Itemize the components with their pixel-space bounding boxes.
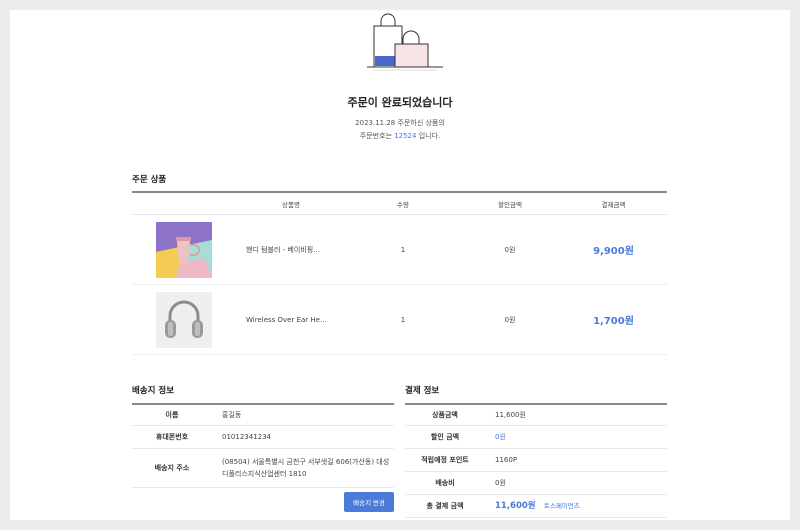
col-header-qty: 수량: [397, 200, 409, 209]
tumbler-picture: [156, 221, 212, 278]
shipping-label: 휴대폰번호: [155, 433, 189, 441]
order-number: 12524: [394, 132, 417, 140]
shipping-value: (08504) 서울특별시 금천구 서부샛길 606(가산동) 대성디폴리스지식…: [222, 458, 390, 478]
shipping-row-phone: 휴대폰번호 01012341234: [132, 426, 394, 449]
headphone-picture: [165, 300, 203, 338]
products-section-title: 주문 상품: [132, 175, 167, 185]
payment-value: 0원: [495, 479, 506, 487]
shipping-label: 배송지 주소: [154, 464, 190, 472]
product-image-cell: [132, 291, 236, 348]
payment-info-table: 상품금액 11,600원 할인 금액 0원 적립예정 포인트 1160P 배송비…: [405, 403, 667, 518]
product-qty: 1: [400, 315, 406, 324]
payment-row-discount: 할인 금액 0원: [405, 426, 667, 449]
product-qty: 1: [400, 245, 406, 254]
change-shipping-button[interactable]: 배송지 변경: [344, 492, 394, 512]
payment-label: 배송비: [435, 479, 455, 487]
payment-value-total: 11,600원 토스페이먼츠: [485, 500, 667, 512]
product-price: 9,900원: [593, 246, 634, 257]
table-row: Wireless Over Ear He… 1 0원 1,700원: [132, 285, 667, 355]
col-header-discount: 할인금액: [498, 200, 522, 209]
payment-row-total: 총 결제 금액 11,600원 토스페이먼츠: [405, 495, 667, 518]
payment-row-shipping-fee: 배송비 0원: [405, 472, 667, 495]
order-number-prefix: 주문번호는: [359, 132, 392, 140]
shipping-row-name: 이름 홍길동: [132, 405, 394, 426]
order-number-line: 주문번호는 12524 입니다.: [10, 131, 790, 141]
payment-row-subtotal: 상품금액 11,600원: [405, 405, 667, 426]
shipping-value: 홍길동: [222, 411, 242, 419]
products-table: 상품명 수량 할인금액 결제금액 핸디 텀블러 - 베이비핑… 1 0원 9,9…: [132, 191, 667, 355]
table-row: 핸디 텀블러 - 베이비핑… 1 0원 9,900원: [132, 215, 667, 285]
product-image-cell: [132, 221, 236, 278]
shipping-value: 01012341234: [222, 433, 271, 441]
order-number-suffix: 입니다.: [418, 132, 441, 140]
product-discount: 0원: [504, 245, 516, 254]
payment-label: 할인 금액: [430, 433, 460, 441]
col-header-payment: 결제금액: [601, 200, 626, 209]
order-complete-page: 주문이 완료되었습니다 2023.11.28 주문하신 상품의 주문번호는 12…: [10, 10, 790, 520]
order-date-suffix: 주문하신 상품의: [397, 119, 445, 127]
total-price: 11,600원: [495, 501, 536, 511]
order-date: 2023.11.28: [355, 119, 396, 127]
shipping-section-title: 배송지 정보: [132, 386, 175, 396]
shopping-bag-icon: [367, 13, 443, 71]
payment-row-points: 적립예정 포인트 1160P: [405, 449, 667, 472]
payment-value: 0원: [495, 433, 506, 441]
shipping-label: 이름: [165, 411, 179, 419]
product-price: 1,700원: [593, 316, 634, 327]
payment-value: 11,600원: [495, 411, 526, 419]
products-table-header: 상품명 수량 할인금액 결제금액: [132, 193, 667, 215]
payment-label: 총 결제 금액: [426, 502, 464, 510]
col-header-name: 상품명: [282, 200, 300, 209]
headphone-image[interactable]: [156, 291, 212, 348]
shipping-info-table: 이름 홍길동 휴대폰번호 01012341234 배송지 주소 (08504) …: [132, 403, 394, 488]
product-name[interactable]: 핸디 텀블러 - 베이비핑…: [236, 245, 346, 255]
product-name[interactable]: Wireless Over Ear He…: [236, 316, 346, 324]
tumbler-image[interactable]: [156, 221, 212, 278]
order-date-line: 2023.11.28 주문하신 상품의: [10, 118, 790, 128]
payment-label: 적립예정 포인트: [421, 456, 469, 464]
product-discount: 0원: [504, 315, 516, 324]
payment-section-title: 결제 정보: [405, 386, 440, 396]
payment-label: 상품금액: [432, 411, 458, 419]
payment-value: 1160P: [495, 456, 518, 464]
page-title: 주문이 완료되었습니다: [347, 96, 453, 109]
payment-method: 토스페이먼츠: [543, 502, 580, 510]
shipping-row-address: 배송지 주소 (08504) 서울특별시 금천구 서부샛길 606(가산동) 대…: [132, 449, 394, 488]
